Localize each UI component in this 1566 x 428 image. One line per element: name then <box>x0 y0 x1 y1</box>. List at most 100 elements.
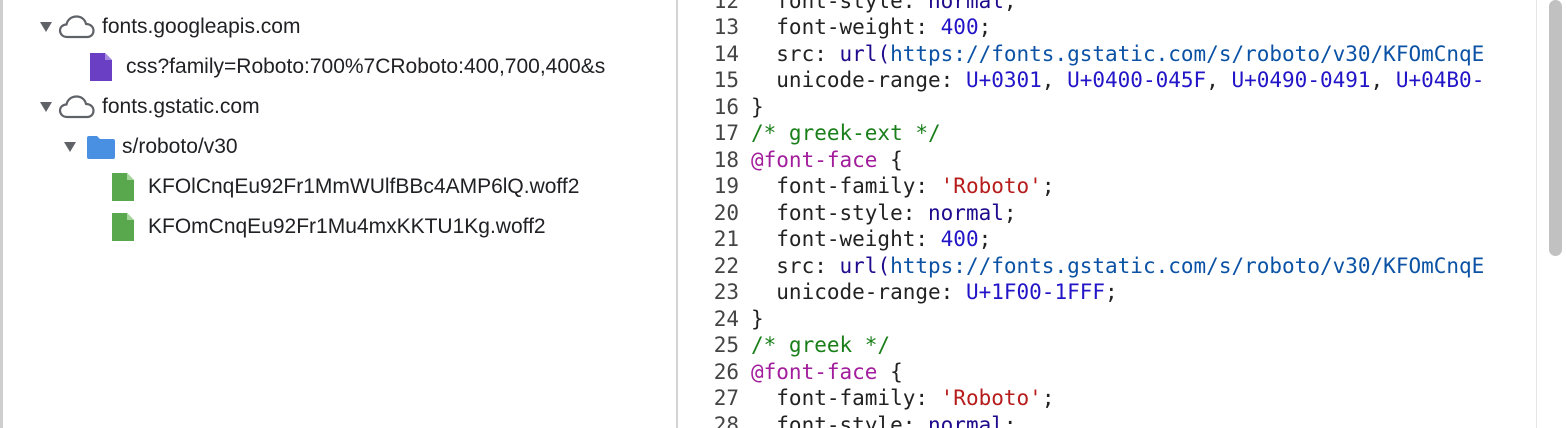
code-line[interactable]: 13 font-weight: 400; <box>678 14 1536 41</box>
code-token: font-family: <box>751 174 941 199</box>
code-line[interactable]: 21 font-weight: 400; <box>678 226 1536 253</box>
code-text: @font-face { <box>751 360 1536 384</box>
code-line[interactable]: 20 font-style: normal; <box>678 200 1536 227</box>
tree-item-label: css?family=Roboto:700%7CRoboto:400,700,4… <box>126 55 606 78</box>
code-line[interactable]: 27 font-family: 'Roboto'; <box>678 385 1536 412</box>
code-line[interactable]: 14 src: url(https://fonts.gstatic.com/s/… <box>678 41 1536 68</box>
code-text: font-style: normal; <box>751 413 1536 428</box>
tree-item-font-file[interactable]: KFOlCnqEu92Fr1MmWUlfBBc4AMP6lQ.woff2 <box>110 167 579 207</box>
code-text: font-family: 'Roboto'; <box>751 386 1536 410</box>
line-number: 24 <box>713 306 739 331</box>
code-token: normal <box>928 200 1004 225</box>
line-number: 23 <box>713 280 739 305</box>
line-number: 17 <box>713 121 739 146</box>
code-token: 400 <box>940 15 979 40</box>
cloud-icon <box>58 14 96 40</box>
code-text: /* greek */ <box>751 333 1536 357</box>
code-line[interactable]: 24} <box>678 306 1536 333</box>
line-number: 12 <box>713 0 739 13</box>
code-text: unicode-range: U+0301, U+0400-045F, U+04… <box>751 68 1536 92</box>
code-token: url( <box>839 253 891 278</box>
code-token: U+0301 <box>965 68 1042 93</box>
code-token: unicode-range: <box>751 68 966 93</box>
line-number: 13 <box>713 15 739 40</box>
line-number: 18 <box>713 147 739 172</box>
code-token: 400 <box>940 227 979 252</box>
code-line[interactable]: 12 font-style: normal; <box>678 0 1536 14</box>
code-token: font-style: <box>751 0 929 13</box>
code-token: @font-face <box>751 147 878 172</box>
scrollbar-thumb[interactable] <box>1549 0 1562 256</box>
code-text: } <box>751 95 1536 119</box>
code-text: src: url(https://fonts.gstatic.com/s/rob… <box>751 254 1536 278</box>
code-line[interactable]: 22 src: url(https://fonts.gstatic.com/s/… <box>678 253 1536 280</box>
expand-triangle-icon[interactable] <box>60 141 80 153</box>
code-token: ; <box>1041 386 1055 411</box>
tree-item-googleapis[interactable]: fonts.googleapis.com <box>36 7 300 47</box>
folder-icon <box>86 134 116 160</box>
code-token: , <box>1370 68 1396 93</box>
line-number: 28 <box>713 412 739 428</box>
code-line[interactable]: 18 @font-face { <box>678 147 1536 174</box>
code-token: src: <box>751 41 840 66</box>
code-text: font-family: 'Roboto'; <box>751 174 1536 198</box>
code-token: @font-face <box>751 359 878 384</box>
sources-panel: fonts.googleapis.com css?family=Roboto:7… <box>0 0 1566 428</box>
code-text: @font-face { <box>751 148 1536 172</box>
code-text: } <box>751 307 1536 331</box>
code-token: font-weight: <box>751 15 941 40</box>
file-tree: fonts.googleapis.com css?family=Roboto:7… <box>0 0 676 428</box>
code-line[interactable]: 17 /* greek-ext */ <box>678 120 1536 147</box>
cloud-icon <box>58 94 96 120</box>
tree-item-label: KFOmCnqEu92Fr1Mu4mxKKTU1Kg.woff2 <box>148 215 546 238</box>
code-token: normal <box>928 412 1004 428</box>
left-edge <box>0 0 3 428</box>
code-line[interactable]: 26 @font-face { <box>678 359 1536 386</box>
code-token: https://fonts.gstatic.com/s/roboto/v30/K… <box>890 41 1485 66</box>
code-token: 'Roboto' <box>940 174 1042 199</box>
code-token: /* greek-ext */ <box>751 121 941 146</box>
code-text: src: url(https://fonts.gstatic.com/s/rob… <box>751 42 1536 66</box>
code-token: url( <box>839 41 891 66</box>
tree-item-folder[interactable]: s/roboto/v30 <box>60 127 238 167</box>
code-line[interactable]: 25 /* greek */ <box>678 332 1536 359</box>
code-token: https://fonts.gstatic.com/s/roboto/v30/K… <box>890 253 1485 278</box>
line-number: 22 <box>713 253 739 278</box>
code-editor[interactable]: 12 font-style: normal; 13 font-weight: 40… <box>678 0 1536 428</box>
code-line[interactable]: 16} <box>678 94 1536 121</box>
code-line[interactable]: 15 unicode-range: U+0301, U+0400-045F, U… <box>678 67 1536 94</box>
line-number: 26 <box>713 359 739 384</box>
css-file-icon <box>88 51 114 83</box>
line-number: 19 <box>713 174 739 199</box>
expand-triangle-icon[interactable] <box>36 21 56 33</box>
expand-triangle-icon[interactable] <box>36 101 56 113</box>
code-line[interactable]: 19 font-family: 'Roboto'; <box>678 173 1536 200</box>
code-token: } <box>751 306 764 331</box>
code-token: ; <box>1003 412 1017 428</box>
code-token: U+1F00-1FFF <box>965 280 1106 305</box>
code-token: { <box>877 359 903 384</box>
tree-item-css-file[interactable]: css?family=Roboto:700%7CRoboto:400,700,4… <box>88 47 605 87</box>
code-text: font-weight: 400; <box>751 15 1536 39</box>
code-token: , <box>1206 68 1232 93</box>
code-token: U+04B0- <box>1395 68 1485 93</box>
tree-item-font-file[interactable]: KFOmCnqEu92Fr1Mu4mxKKTU1Kg.woff2 <box>110 207 546 247</box>
code-token: font-weight: <box>751 227 941 252</box>
code-line[interactable]: 28 font-style: normal; <box>678 412 1536 428</box>
code-token: ; <box>978 227 992 252</box>
tree-item-label: fonts.googleapis.com <box>102 15 301 38</box>
tree-item-gstatic[interactable]: fonts.gstatic.com <box>36 87 260 127</box>
line-number: 21 <box>713 227 739 252</box>
code-token: unicode-range: <box>751 280 966 305</box>
code-line[interactable]: 23 unicode-range: U+1F00-1FFF; <box>678 279 1536 306</box>
code-token: ; <box>1041 174 1055 199</box>
code-text: font-style: normal; <box>751 201 1536 225</box>
code-token: src: <box>751 253 840 278</box>
code-token: U+0400-045F <box>1067 68 1207 93</box>
line-number: 14 <box>713 41 739 66</box>
code-token: { <box>877 147 903 172</box>
tree-item-label: KFOlCnqEu92Fr1MmWUlfBBc4AMP6lQ.woff2 <box>148 175 580 198</box>
line-number: 25 <box>713 333 739 358</box>
vertical-scrollbar[interactable] <box>1536 0 1566 428</box>
code-token: ; <box>1105 280 1118 305</box>
